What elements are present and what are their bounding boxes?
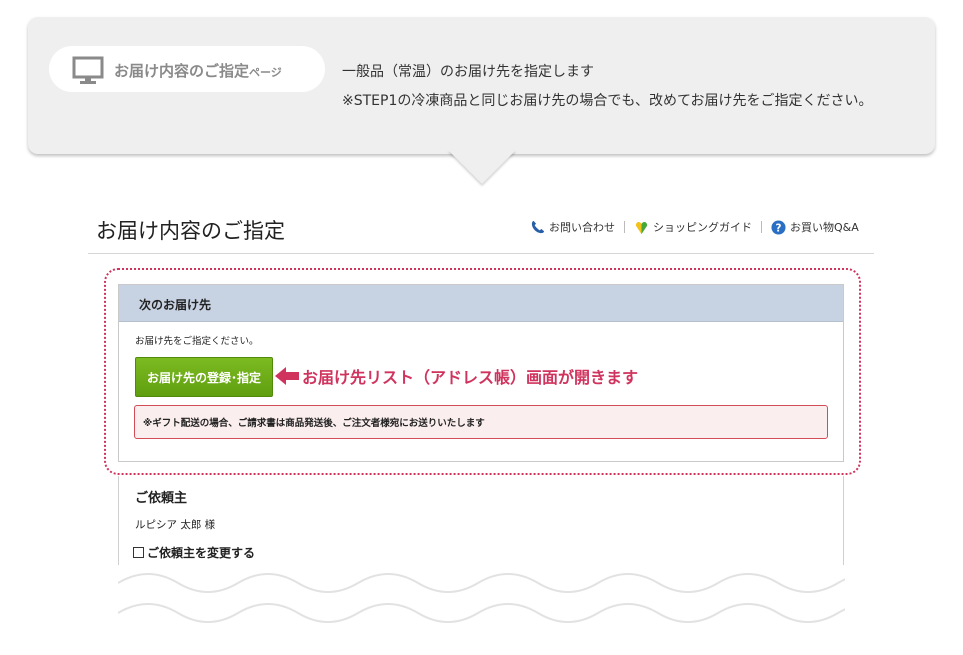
page-label-suffix: ページ <box>249 66 282 79</box>
page-label: お届け内容のご指定ページ <box>114 60 282 81</box>
phone-icon <box>531 220 545 233</box>
divider <box>624 221 625 233</box>
next-destination-header <box>119 285 843 322</box>
annotation-text: お届け先リスト（アドレス帳）画面が開きます <box>302 368 639 387</box>
monitor-icon <box>72 56 104 84</box>
gift-notice-text: ※ギフト配送の場合、ご請求書は商品発送後、ご注文者様宛にお送りいたします <box>143 418 485 429</box>
question-icon: ? <box>771 219 786 235</box>
callout-pointer <box>448 150 516 184</box>
register-destination-button[interactable]: お届け先の登録･指定 <box>135 357 273 397</box>
torn-edge-wave <box>118 565 845 635</box>
contact-link[interactable]: お問い合わせ <box>530 219 615 235</box>
qa-link-label: お買い物Q&A <box>790 221 859 234</box>
callout-description: 一般品（常温）のお届け先を指定します <box>342 64 594 80</box>
header-divider <box>88 253 874 254</box>
change-requester-label: ご依頼主を変更する <box>147 546 256 560</box>
qa-link[interactable]: ? お買い物Q&A <box>771 219 859 235</box>
change-requester-checkbox[interactable]: ご依頼主を変更する <box>133 544 255 561</box>
shopping-guide-link[interactable]: ショッピングガイド <box>634 219 752 235</box>
arrow-left-icon <box>275 367 299 385</box>
next-destination-heading: 次のお届け先 <box>139 298 212 312</box>
divider <box>761 221 762 233</box>
requester-heading: ご依頼主 <box>135 491 188 506</box>
checkbox-icon[interactable] <box>133 547 144 558</box>
header-links: お問い合わせ ショッピングガイド ? お買い物Q&A <box>530 218 859 236</box>
callout-note: ※STEP1の冷凍商品と同じお届け先の場合でも、改めてお届け先をご指定ください。 <box>342 93 873 109</box>
requester-name: ルピシア 太郎 様 <box>135 519 216 531</box>
page-label-pill: お届け内容のご指定ページ <box>49 46 325 92</box>
leaf-icon <box>635 221 648 234</box>
svg-text:?: ? <box>776 222 782 234</box>
page-label-main: お届け内容のご指定 <box>114 62 250 80</box>
destination-prompt: お届け先をご指定ください。 <box>135 336 259 347</box>
contact-link-label: お問い合わせ <box>549 221 615 234</box>
shopping-guide-link-label: ショッピングガイド <box>653 221 752 234</box>
page-title: お届け内容のご指定 <box>96 219 285 243</box>
